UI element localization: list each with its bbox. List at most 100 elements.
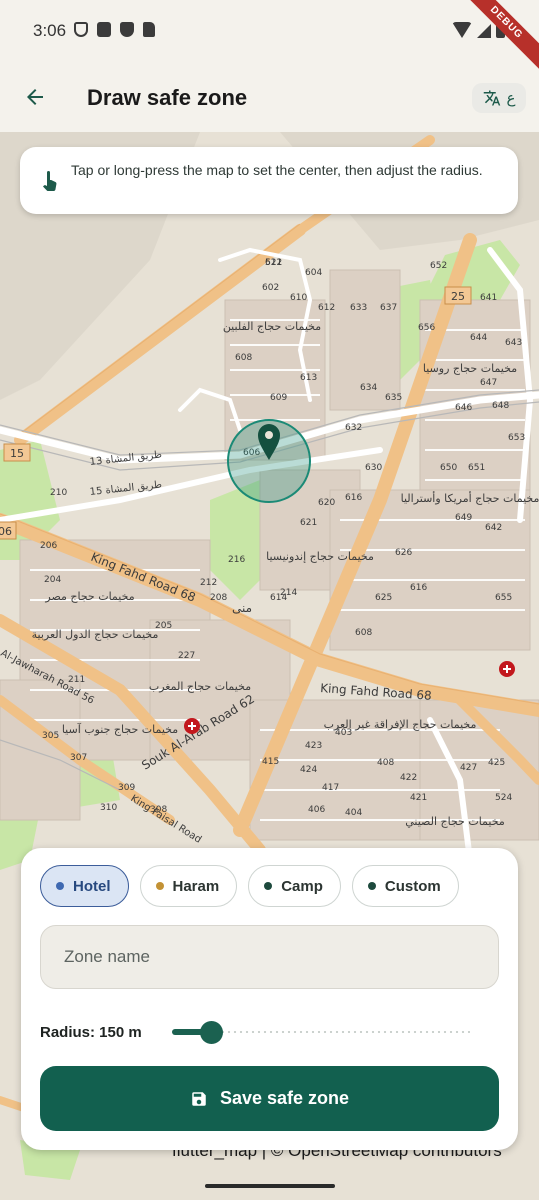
- block-number-label: 655: [495, 593, 512, 603]
- status-bar: 3:06: [0, 0, 539, 62]
- shield-filled-icon: [120, 22, 134, 37]
- block-number-label: 644: [470, 333, 487, 343]
- block-number-label: 305: [42, 731, 59, 741]
- language-label: ع: [506, 90, 516, 107]
- block-number-label: 643: [505, 338, 522, 348]
- save-safe-zone-button[interactable]: Save safe zone: [40, 1066, 499, 1131]
- chip-camp[interactable]: Camp: [248, 865, 341, 907]
- zone-name-input[interactable]: Zone name: [40, 925, 499, 989]
- block-number-label: 211: [68, 675, 85, 685]
- block-number-label: 656: [418, 323, 435, 333]
- block-number-label: 641: [480, 293, 497, 303]
- block-number-label: 651: [468, 463, 485, 473]
- block-number-label: 610: [290, 293, 307, 303]
- chip-haram[interactable]: Haram: [139, 865, 238, 907]
- slider-thumb[interactable]: [200, 1021, 223, 1044]
- svg-text:مخيمات حجاج روسيا: مخيمات حجاج روسيا: [423, 362, 517, 375]
- svg-text:منى: منى: [232, 601, 252, 615]
- touch-app-icon: [43, 171, 57, 191]
- svg-text:مخيمات حجاج المغرب: مخيمات حجاج المغرب: [149, 680, 251, 693]
- svg-text:مخيمات حجاج أمريكا وأستراليا: مخيمات حجاج أمريكا وأستراليا: [401, 491, 539, 505]
- block-number-label: 310: [100, 803, 117, 813]
- block-number-label: 604: [305, 268, 322, 278]
- block-number-label: 406: [308, 805, 325, 815]
- block-number-label: 648: [492, 401, 509, 411]
- page-title: Draw safe zone: [87, 85, 248, 110]
- block-number-label: 646: [455, 403, 472, 413]
- chip-custom[interactable]: Custom: [351, 865, 459, 907]
- block-number-label: 403: [335, 728, 352, 738]
- svg-text:06: 06: [0, 525, 12, 538]
- instruction-card: Tap or long-press the map to set the cen…: [20, 147, 518, 214]
- block-number-label: 210: [50, 488, 67, 498]
- custom-dot-icon: [367, 882, 376, 890]
- block-number-label: 404: [345, 808, 362, 818]
- svg-text:15: 15: [10, 447, 24, 460]
- block-number-label: 408: [377, 758, 394, 768]
- cell-signal-icon: [477, 24, 491, 38]
- block-number-label: 609: [270, 393, 287, 403]
- block-number-label: 612: [318, 303, 335, 313]
- svg-text:25: 25: [451, 290, 465, 303]
- block-number-label: 522: [265, 258, 282, 268]
- save-label: Save safe zone: [219, 1088, 350, 1108]
- block-number-label: 206: [40, 541, 57, 551]
- block-number-label: 208: [210, 593, 227, 603]
- block-number-label: 642: [485, 523, 502, 533]
- block-number-label: 423: [305, 741, 322, 751]
- block-number-label: 633: [350, 303, 367, 313]
- block-number-label: 613: [300, 373, 317, 383]
- block-number-label: 427: [460, 763, 477, 773]
- chip-label: Camp: [281, 877, 323, 895]
- app-a-icon: [97, 22, 111, 37]
- language-toggle-button[interactable]: ع: [472, 83, 526, 113]
- block-number-label: 421: [410, 793, 427, 803]
- home-indicator[interactable]: [205, 1184, 335, 1188]
- block-number-label: 608: [355, 628, 372, 638]
- block-number-label: 616: [345, 493, 362, 503]
- radius-label: Radius: 150 m: [40, 1024, 142, 1041]
- app-bar: Draw safe zone ع: [0, 62, 539, 132]
- status-time: 3:06: [33, 21, 67, 40]
- chip-label: Custom: [384, 877, 441, 895]
- block-number-label: 647: [480, 378, 497, 388]
- svg-text:مخيمات حجاج الدول العربية: مخيمات حجاج الدول العربية: [32, 628, 159, 641]
- block-number-label: 307: [70, 753, 87, 763]
- block-number-label: 608: [235, 353, 252, 363]
- block-number-label: 634: [360, 383, 377, 393]
- block-number-label: 637: [380, 303, 397, 313]
- block-number-label: 417: [322, 783, 339, 793]
- svg-text:مخيمات حجاج الصيني: مخيمات حجاج الصيني: [405, 815, 505, 828]
- block-number-label: 425: [488, 758, 505, 768]
- save-icon: [192, 1091, 206, 1106]
- block-number-label: 214: [280, 588, 297, 598]
- block-number-label: 635: [385, 393, 402, 403]
- chip-hotel[interactable]: Hotel: [40, 865, 129, 907]
- chip-label: Hotel: [73, 877, 111, 895]
- block-number-label: 204: [44, 575, 61, 585]
- camp-dot-icon: [264, 882, 273, 890]
- block-number-label: 652: [430, 261, 447, 271]
- zone-type-chips: Hotel Haram Camp Custom: [40, 865, 459, 907]
- block-number-label: 602: [262, 283, 279, 293]
- radius-slider[interactable]: [172, 1018, 472, 1048]
- wifi-icon: [452, 22, 472, 38]
- block-number-label: 422: [400, 773, 417, 783]
- chip-label: Haram: [172, 877, 220, 895]
- arrow-back-icon: [27, 89, 43, 105]
- block-number-label: 653: [508, 433, 525, 443]
- block-number-label: 524: [495, 793, 512, 803]
- haram-dot-icon: [155, 882, 164, 890]
- shield-icon: [74, 22, 88, 37]
- svg-text:مخيمات حجاج الفلبين: مخيمات حجاج الفلبين: [223, 320, 321, 333]
- svg-text:مخيمات حجاج جنوب آسيا: مخيمات حجاج جنوب آسيا: [62, 722, 178, 736]
- status-notification-icons: [74, 22, 155, 37]
- block-number-label: 309: [118, 783, 135, 793]
- block-number-label: 424: [300, 765, 317, 775]
- back-button[interactable]: [18, 80, 52, 114]
- block-number-label: 626: [395, 548, 412, 558]
- instruction-text: Tap or long-press the map to set the cen…: [71, 162, 483, 178]
- block-number-label: 308: [150, 805, 167, 815]
- sim-card-icon: [143, 22, 155, 37]
- block-number-label: 415: [262, 757, 279, 767]
